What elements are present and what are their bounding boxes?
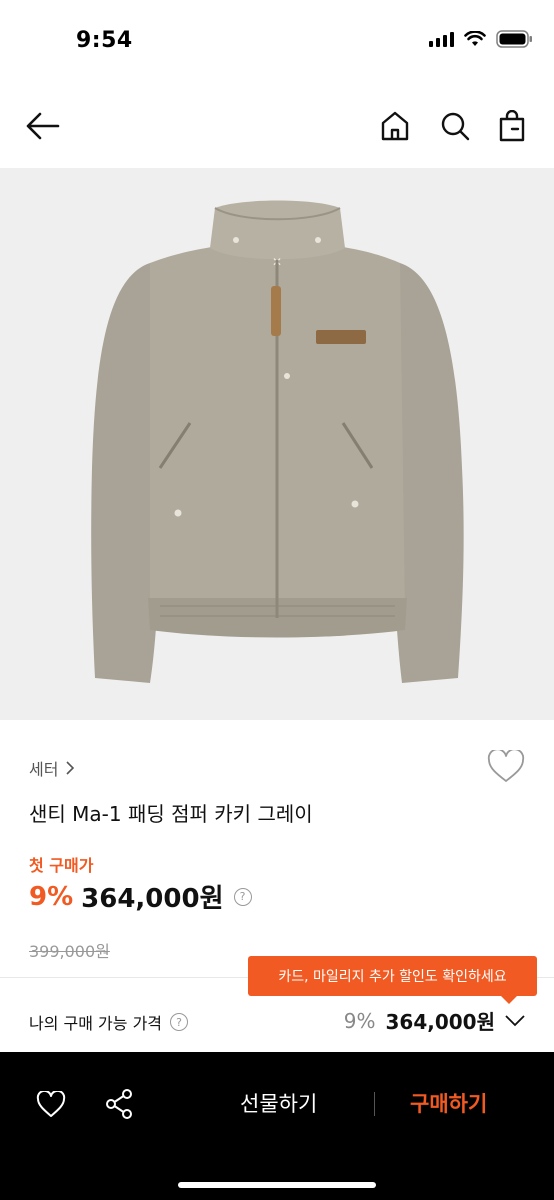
help-icon[interactable]: ? bbox=[233, 887, 252, 906]
my-price-row: 나의 구매 가능 가격 ? 9% 364,000원 bbox=[0, 1000, 554, 1052]
buy-button[interactable]: 구매하기 bbox=[410, 1088, 487, 1118]
wifi-icon bbox=[464, 31, 486, 46]
wishlist-button[interactable] bbox=[31, 1084, 71, 1124]
my-price-value: 364,000원 bbox=[385, 1010, 496, 1034]
separator bbox=[374, 1092, 375, 1116]
my-price-label: 나의 구매 가능 가격 bbox=[29, 1014, 163, 1033]
cart-button[interactable] bbox=[490, 104, 534, 148]
shopping-bag-icon bbox=[499, 110, 525, 142]
first-purchase-label: 첫 구매가 bbox=[29, 856, 94, 875]
jacket-illustration: ✕ bbox=[91, 200, 464, 683]
search-button[interactable] bbox=[433, 104, 477, 148]
status-time: 9:54 bbox=[76, 28, 133, 53]
status-bar: 9:54 bbox=[0, 0, 554, 84]
category-label: 세터 bbox=[29, 760, 59, 779]
battery-icon bbox=[496, 30, 532, 48]
sale-price: 364,000원 bbox=[81, 884, 224, 914]
back-button[interactable] bbox=[21, 104, 65, 148]
my-discount-rate: 9% bbox=[343, 1008, 376, 1033]
nav-bar bbox=[0, 84, 554, 168]
search-icon bbox=[441, 112, 470, 141]
product-name: 샌티 Ma-1 패딩 점퍼 카키 그레이 bbox=[29, 802, 313, 826]
category-link[interactable]: 세터 bbox=[29, 756, 75, 780]
discount-tooltip: 카드, 마일리지 추가 할인도 확인하세요 bbox=[248, 956, 537, 1004]
product-image[interactable]: ✕ bbox=[0, 168, 554, 720]
chevron-down-icon bbox=[505, 1014, 525, 1026]
share-button[interactable] bbox=[99, 1084, 139, 1124]
heart-icon bbox=[487, 748, 525, 782]
chevron-right-icon bbox=[66, 761, 75, 775]
my-price-label-wrap: 나의 구매 가능 가격 ? bbox=[29, 1010, 189, 1034]
price-row: 9% 364,000원 ? bbox=[29, 878, 252, 915]
original-price: 399,000원 bbox=[29, 942, 110, 961]
gift-button[interactable]: 선물하기 bbox=[240, 1088, 317, 1118]
signal-icon bbox=[429, 31, 454, 47]
bottom-action-bar: 선물하기 구매하기 bbox=[0, 1052, 554, 1200]
discount-rate: 9% bbox=[29, 881, 74, 912]
home-indicator bbox=[178, 1182, 376, 1188]
status-icons bbox=[429, 30, 534, 48]
home-button[interactable] bbox=[373, 104, 417, 148]
like-button[interactable] bbox=[487, 748, 525, 788]
heart-icon bbox=[36, 1090, 66, 1117]
my-price-toggle[interactable]: 9% 364,000원 bbox=[344, 1006, 525, 1035]
arrow-left-icon bbox=[26, 112, 60, 140]
share-icon bbox=[106, 1089, 132, 1119]
help-icon[interactable]: ? bbox=[170, 1013, 189, 1031]
home-icon bbox=[381, 111, 409, 141]
